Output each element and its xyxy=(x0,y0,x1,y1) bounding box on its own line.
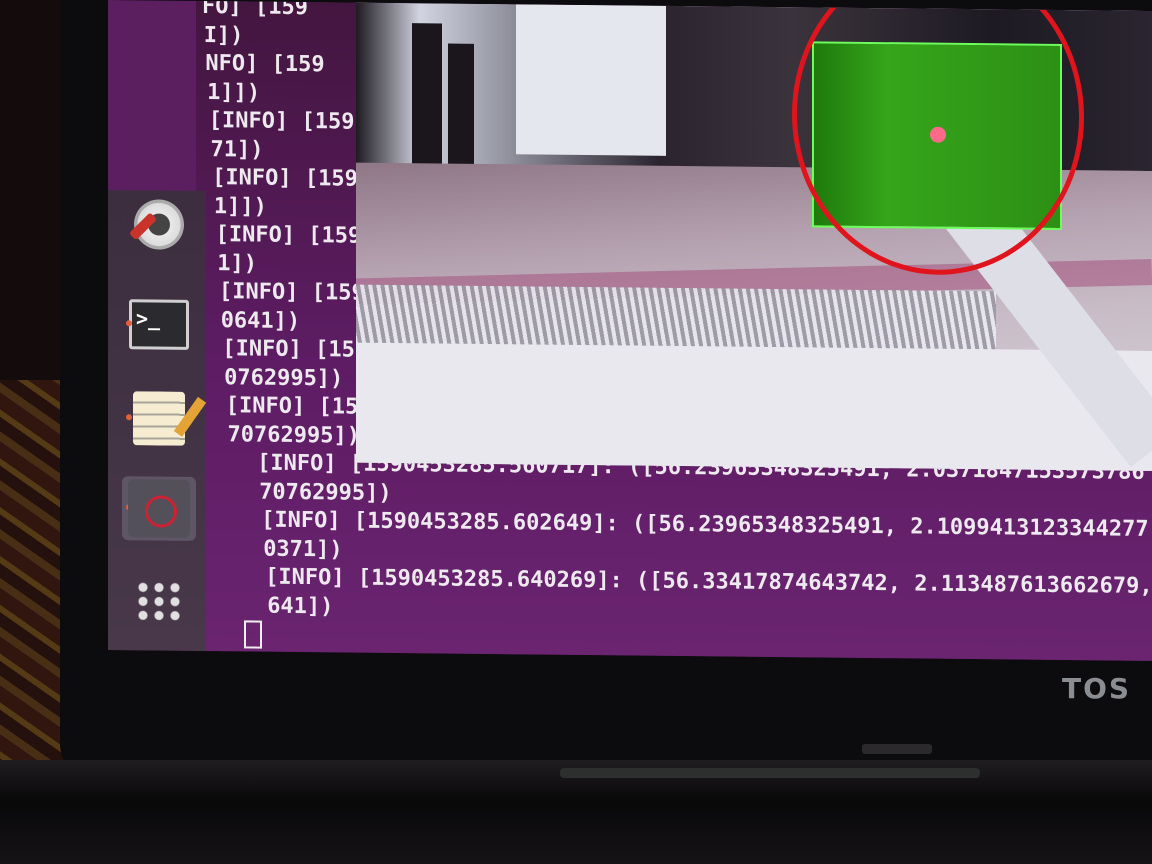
terminal-cursor xyxy=(244,620,262,649)
app-grid-icon xyxy=(135,580,183,621)
terminal-icon: >_ xyxy=(129,299,189,350)
camera-icon xyxy=(128,479,190,538)
settings-gear-icon xyxy=(134,199,184,250)
launcher-show-applications[interactable] xyxy=(122,568,196,633)
launcher-settings[interactable] xyxy=(122,192,196,257)
running-indicator xyxy=(126,320,132,327)
laptop-brand-logo: TOS xyxy=(1062,672,1132,705)
laptop-screen: FO] [159 I]) NFO] [159 1]]) [INFO] [159 71])[… xyxy=(108,0,1152,661)
text-editor-icon xyxy=(133,391,185,446)
launcher-text-editor[interactable] xyxy=(122,386,196,451)
floor xyxy=(356,342,1152,471)
camera-feed-window[interactable] xyxy=(356,2,1152,471)
launcher-terminal[interactable]: >_ xyxy=(122,292,196,357)
keyboard-edge xyxy=(560,768,980,778)
hinge-latch xyxy=(862,744,932,754)
ubuntu-launcher: >_ xyxy=(108,190,206,652)
launcher-camera-app[interactable] xyxy=(122,476,196,541)
running-indicator xyxy=(126,414,132,421)
person-leg xyxy=(412,23,442,184)
doorway xyxy=(516,4,666,156)
